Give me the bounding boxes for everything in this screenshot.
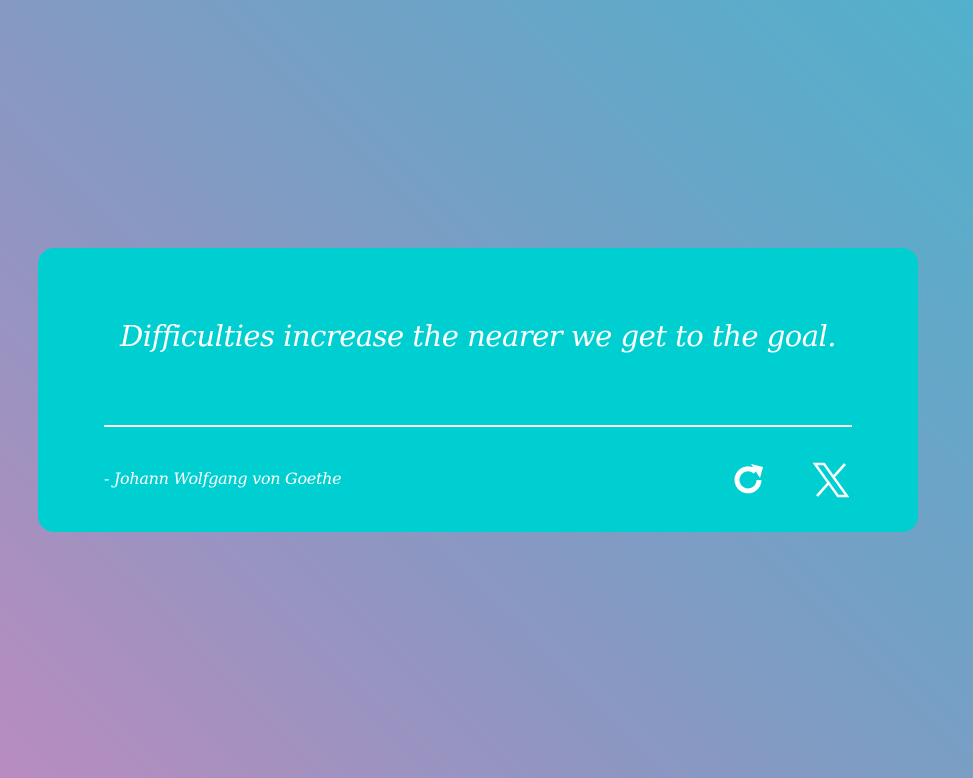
quote-card: Difficulties increase the nearer we get …	[38, 248, 918, 532]
new-quote-button[interactable]	[728, 460, 768, 500]
divider	[104, 425, 852, 427]
share-on-x-button[interactable]	[811, 460, 851, 500]
quote-author: - Johann Wolfgang von Goethe	[104, 469, 342, 488]
x-twitter-icon	[813, 462, 849, 498]
quote-text: Difficulties increase the nearer we get …	[119, 319, 837, 353]
refresh-icon	[728, 460, 768, 500]
